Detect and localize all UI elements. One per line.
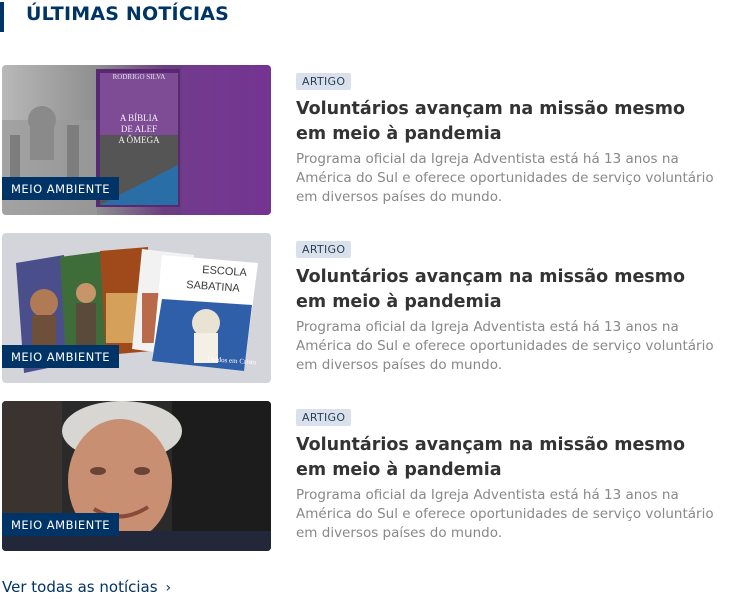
news-thumbnail[interactable]: MEIO AMBIENTE <box>2 401 271 551</box>
type-tag: ARTIGO <box>296 409 352 426</box>
news-headline[interactable]: Voluntários avançam na missão mesmo em m… <box>296 97 716 147</box>
news-summary: Programa oficial da Igreja Adventista es… <box>296 487 714 541</box>
news-thumbnail[interactable]: ESCOLA SABATINA Unidos em Cristo MEIO AM… <box>2 233 271 383</box>
book-title-line: A ÔMEGA <box>118 135 160 145</box>
category-badge[interactable]: MEIO AMBIENTE <box>2 177 120 200</box>
book-title-line: DE ALEF <box>121 124 157 134</box>
news-text: ARTIGO Voluntários avançam na missão mes… <box>296 233 736 375</box>
news-item[interactable]: ESCOLA SABATINA Unidos em Cristo MEIO AM… <box>0 233 747 385</box>
see-all-label: Ver todas as notícias <box>2 578 158 596</box>
category-badge[interactable]: MEIO AMBIENTE <box>2 513 120 536</box>
news-text: ARTIGO Voluntários avançam na missão mes… <box>296 401 736 543</box>
see-all-news-link[interactable]: Ver todas as notícias › <box>2 578 171 596</box>
section-title: ÚLTIMAS NOTÍCIAS <box>26 3 230 25</box>
news-headline[interactable]: Voluntários avançam na missão mesmo em m… <box>296 433 716 483</box>
news-thumbnail[interactable]: RODRIGO SILVA A BÍBLIA DE ALEF A ÔMEGA M… <box>2 65 271 215</box>
book-author-text: RODRIGO SILVA <box>113 73 166 81</box>
type-tag: ARTIGO <box>296 73 352 90</box>
section-header: ÚLTIMAS NOTÍCIAS <box>0 0 400 32</box>
news-headline[interactable]: Voluntários avançam na missão mesmo em m… <box>296 265 716 315</box>
type-tag: ARTIGO <box>296 241 352 258</box>
news-summary: Programa oficial da Igreja Adventista es… <box>296 319 714 373</box>
news-item[interactable]: MEIO AMBIENTE ARTIGO Voluntários avançam… <box>0 401 747 553</box>
category-badge[interactable]: MEIO AMBIENTE <box>2 345 120 368</box>
section-accent-bar <box>0 2 4 32</box>
chevron-right-icon: › <box>165 580 172 596</box>
news-text: ARTIGO Voluntários avançam na missão mes… <box>296 65 736 207</box>
news-summary: Programa oficial da Igreja Adventista es… <box>296 151 714 205</box>
book-title-line: A BÍBLIA <box>120 113 159 123</box>
news-item[interactable]: RODRIGO SILVA A BÍBLIA DE ALEF A ÔMEGA M… <box>0 65 747 217</box>
